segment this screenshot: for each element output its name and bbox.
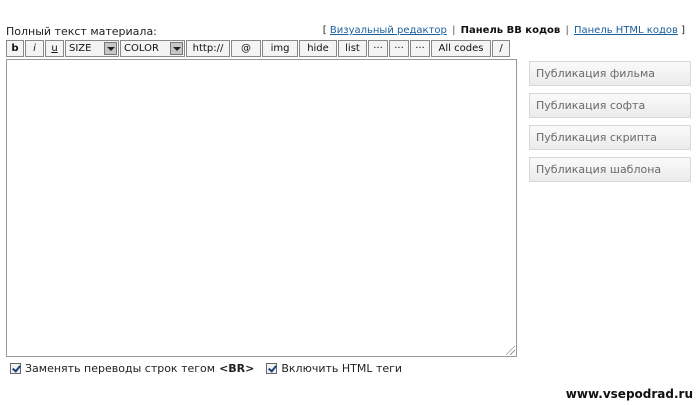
replace-br-checkbox[interactable] — [10, 363, 21, 374]
size-select-label: SIZE — [69, 43, 92, 54]
enable-html-checkbox[interactable] — [266, 363, 278, 374]
replace-br-label: Заменять переводы строк тегом — [25, 362, 216, 375]
image-button[interactable]: img — [262, 40, 298, 57]
size-select[interactable]: SIZE — [65, 40, 119, 57]
full-text-textarea[interactable] — [6, 59, 517, 357]
publication-templates: Публикация фильма Публикация софта Публи… — [529, 61, 691, 182]
publish-script-button[interactable]: Публикация скрипта — [529, 125, 691, 150]
italic-button[interactable]: i — [25, 40, 44, 57]
bracket-open: [ — [322, 25, 327, 36]
editor-mode-switch: [ Визуальный редактор | Панель BB кодов … — [323, 25, 685, 36]
separator: | — [565, 25, 569, 36]
site-watermark: www.vsepodrad.ru — [565, 387, 693, 401]
editor-options: Заменять переводы строк тегом <BR> Включ… — [10, 362, 402, 375]
html-codes-panel-link[interactable]: Панель HTML кодов — [574, 25, 678, 36]
enable-html-option[interactable]: Включить HTML теги — [266, 362, 402, 375]
list-button[interactable]: list — [338, 40, 367, 57]
chevron-down-icon — [170, 42, 183, 55]
hide-button[interactable]: hide — [299, 40, 337, 57]
color-select[interactable]: COLOR — [120, 40, 185, 57]
more-button-3[interactable]: ··· — [410, 40, 430, 57]
all-codes-button[interactable]: All codes — [431, 40, 491, 57]
bold-button[interactable]: b — [6, 40, 24, 57]
bbcode-toolbar: b i u SIZE COLOR http:// @ img hide list… — [6, 40, 510, 57]
visual-editor-link[interactable]: Визуальный редактор — [330, 25, 447, 36]
field-label: Полный текст материала: — [6, 25, 157, 38]
publish-software-button[interactable]: Публикация софта — [529, 93, 691, 118]
link-button[interactable]: http:// — [186, 40, 230, 57]
color-select-label: COLOR — [124, 43, 159, 54]
br-tag-label: <BR> — [219, 362, 255, 375]
enable-html-label: Включить HTML теги — [281, 362, 403, 375]
publish-film-button[interactable]: Публикация фильма — [529, 61, 691, 86]
close-tags-button[interactable]: / — [492, 40, 510, 57]
replace-br-option[interactable]: Заменять переводы строк тегом <BR> — [10, 362, 254, 375]
bb-codes-panel-link[interactable]: Панель BB кодов — [461, 25, 561, 36]
more-button-2[interactable]: ··· — [389, 40, 409, 57]
email-button[interactable]: @ — [231, 40, 261, 57]
bracket-close: ] — [681, 25, 685, 36]
more-button-1[interactable]: ··· — [368, 40, 388, 57]
separator: | — [452, 25, 456, 36]
publish-template-button[interactable]: Публикация шаблона — [529, 157, 691, 182]
chevron-down-icon — [104, 42, 117, 55]
underline-button[interactable]: u — [45, 40, 64, 57]
resize-grip-icon[interactable] — [506, 346, 515, 355]
